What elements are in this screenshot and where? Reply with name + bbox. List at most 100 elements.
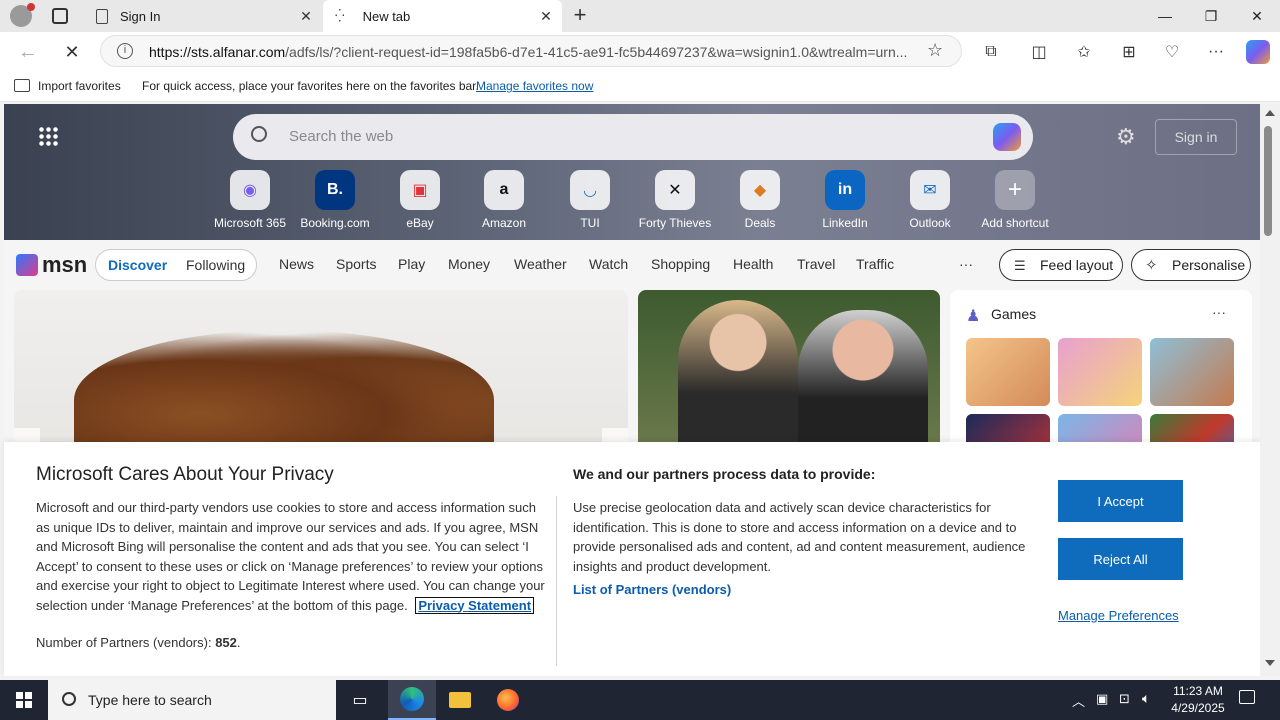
notifications-icon[interactable]: [1239, 690, 1255, 704]
stop-loading-icon[interactable]: ✕: [60, 40, 84, 64]
tab-actions-icon[interactable]: [52, 8, 68, 24]
tab-discover[interactable]: Discover: [108, 257, 167, 273]
manage-favorites-link[interactable]: Manage favorites now: [476, 79, 593, 93]
collections-icon[interactable]: ⊞: [1117, 40, 1141, 64]
shortcut-booking[interactable]: B. Booking.com: [290, 170, 380, 230]
favorites-hint: For quick access, place your favorites h…: [142, 79, 479, 93]
nav-news[interactable]: News: [279, 256, 314, 272]
game-thumbnail[interactable]: [1058, 338, 1142, 406]
shortcut-microsoft-365[interactable]: ◉ Microsoft 365: [205, 170, 295, 230]
site-info-icon[interactable]: i: [117, 43, 133, 59]
clock[interactable]: 11:23 AM 4/29/2025: [1162, 683, 1234, 717]
game-thumbnail[interactable]: [1150, 338, 1234, 406]
tab-sign-in[interactable]: Sign In ✕: [84, 0, 322, 32]
games-more-icon[interactable]: ···: [1212, 304, 1226, 320]
tray-device-icon[interactable]: ▣: [1096, 691, 1108, 707]
nav-more-icon[interactable]: ···: [959, 256, 973, 272]
nav-travel[interactable]: Travel: [797, 256, 835, 272]
tab-label: Sign In: [120, 8, 161, 24]
shortcut-tui[interactable]: ◡ TUI: [545, 170, 635, 230]
minimize-button[interactable]: —: [1142, 0, 1188, 32]
vendors-list-link[interactable]: List of Partners (vendors): [573, 582, 731, 597]
shortcut-add[interactable]: + Add shortcut: [970, 170, 1060, 230]
consent-divider: [556, 496, 557, 666]
scroll-thumb[interactable]: [1264, 126, 1272, 236]
taskbar-search-input[interactable]: Type here to search: [88, 692, 212, 708]
edge-browser-icon[interactable]: [388, 680, 436, 720]
sparkle-icon: ✧: [1145, 257, 1158, 274]
shortcut-amazon[interactable]: a Amazon: [459, 170, 549, 230]
nav-money[interactable]: Money: [448, 256, 490, 272]
task-view-icon[interactable]: ▭: [336, 680, 384, 720]
more-menu-icon[interactable]: ···: [1204, 40, 1228, 64]
manage-preferences-link[interactable]: Manage Preferences: [1058, 608, 1179, 623]
favorite-star-icon[interactable]: ☆: [927, 40, 943, 61]
shortcut-forty-thieves[interactable]: ✕ Forty Thieves: [630, 170, 720, 230]
search-box[interactable]: Search the web: [233, 114, 1033, 160]
profile-icon[interactable]: [10, 3, 35, 27]
search-input[interactable]: Search the web: [289, 128, 393, 145]
game-thumbnail[interactable]: [966, 338, 1050, 406]
nav-watch[interactable]: Watch: [589, 256, 628, 272]
shortcut-linkedin[interactable]: in LinkedIn: [800, 170, 890, 230]
settings-gear-icon[interactable]: ⚙: [1116, 124, 1136, 150]
page-scrollbar[interactable]: [1260, 104, 1280, 676]
nav-health[interactable]: Health: [733, 256, 773, 272]
sign-in-button[interactable]: Sign in: [1155, 119, 1237, 155]
shortcut-deals[interactable]: ◆ Deals: [715, 170, 805, 230]
msn-logo[interactable]: msn: [16, 250, 87, 280]
games-widget: ♟ Games ···: [950, 290, 1252, 482]
consent-purposes-title: We and our partners process data to prov…: [573, 466, 876, 482]
tray-chevron-icon[interactable]: ︿: [1072, 691, 1085, 710]
booking-icon: B.: [315, 170, 355, 210]
linkedin-icon: in: [825, 170, 865, 210]
firefox-icon[interactable]: [484, 680, 532, 720]
nav-play[interactable]: Play: [398, 256, 425, 272]
new-tab-button[interactable]: +: [568, 4, 592, 28]
file-explorer-icon[interactable]: [436, 680, 484, 720]
nav-weather[interactable]: Weather: [514, 256, 567, 272]
ebay-icon: ▣: [400, 170, 440, 210]
favorites-icon[interactable]: ✩: [1072, 40, 1096, 64]
extensions-icon[interactable]: ⧉: [979, 40, 1003, 64]
scroll-down-icon[interactable]: [1265, 660, 1275, 666]
import-favorites-button[interactable]: Import favorites: [38, 79, 121, 93]
close-window-button[interactable]: ✕: [1234, 0, 1280, 32]
apps-grid-icon[interactable]: [38, 126, 58, 146]
consent-title: Microsoft Cares About Your Privacy: [36, 464, 334, 485]
back-arrow-icon[interactable]: ←: [16, 40, 40, 64]
consent-body: Microsoft and our third-party vendors us…: [36, 500, 545, 614]
pecans-image: [74, 330, 494, 450]
tab-following[interactable]: Following: [186, 257, 245, 273]
restore-button[interactable]: ❐: [1188, 0, 1234, 32]
address-bar[interactable]: i https://sts.alfanar.com/adfs/ls/?clien…: [100, 35, 962, 67]
personalise-button[interactable]: ✧ Personalise: [1131, 249, 1251, 281]
copilot-search-icon[interactable]: [993, 123, 1021, 151]
privacy-statement-link[interactable]: Privacy Statement: [415, 596, 535, 614]
feature-card-image[interactable]: [14, 290, 628, 450]
reject-all-button[interactable]: Reject All: [1058, 538, 1183, 580]
close-tab-icon[interactable]: ✕: [298, 8, 314, 24]
copilot-icon[interactable]: [1246, 40, 1270, 64]
volume-icon[interactable]: 🔈︎: [1142, 690, 1150, 707]
games-title: Games: [991, 306, 1037, 322]
nav-sports[interactable]: Sports: [336, 256, 376, 272]
feed-layout-button[interactable]: ☰ Feed layout: [999, 249, 1123, 281]
nav-traffic[interactable]: Traffic: [856, 256, 894, 272]
tab-new-tab[interactable]: ⁛ New tab ✕: [323, 0, 562, 32]
split-screen-icon[interactable]: ◫: [1027, 40, 1051, 64]
start-windows-icon[interactable]: [0, 680, 48, 720]
tab-label: New tab: [362, 8, 411, 24]
accept-button[interactable]: I Accept: [1058, 480, 1183, 522]
network-icon[interactable]: ⊡: [1119, 691, 1130, 707]
performance-icon[interactable]: ♡: [1160, 40, 1184, 64]
taskbar-search[interactable]: Type here to search: [48, 680, 336, 720]
person-left-image: [678, 300, 798, 450]
scroll-up-icon[interactable]: [1265, 110, 1275, 116]
shortcut-outlook[interactable]: ✉ Outlook: [885, 170, 975, 230]
shortcut-ebay[interactable]: ▣ eBay: [375, 170, 465, 230]
close-tab-icon[interactable]: ✕: [538, 8, 554, 24]
nav-shopping[interactable]: Shopping: [651, 256, 710, 272]
feature-card-photo[interactable]: [638, 290, 940, 450]
deals-tag-icon: ◆: [740, 170, 780, 210]
